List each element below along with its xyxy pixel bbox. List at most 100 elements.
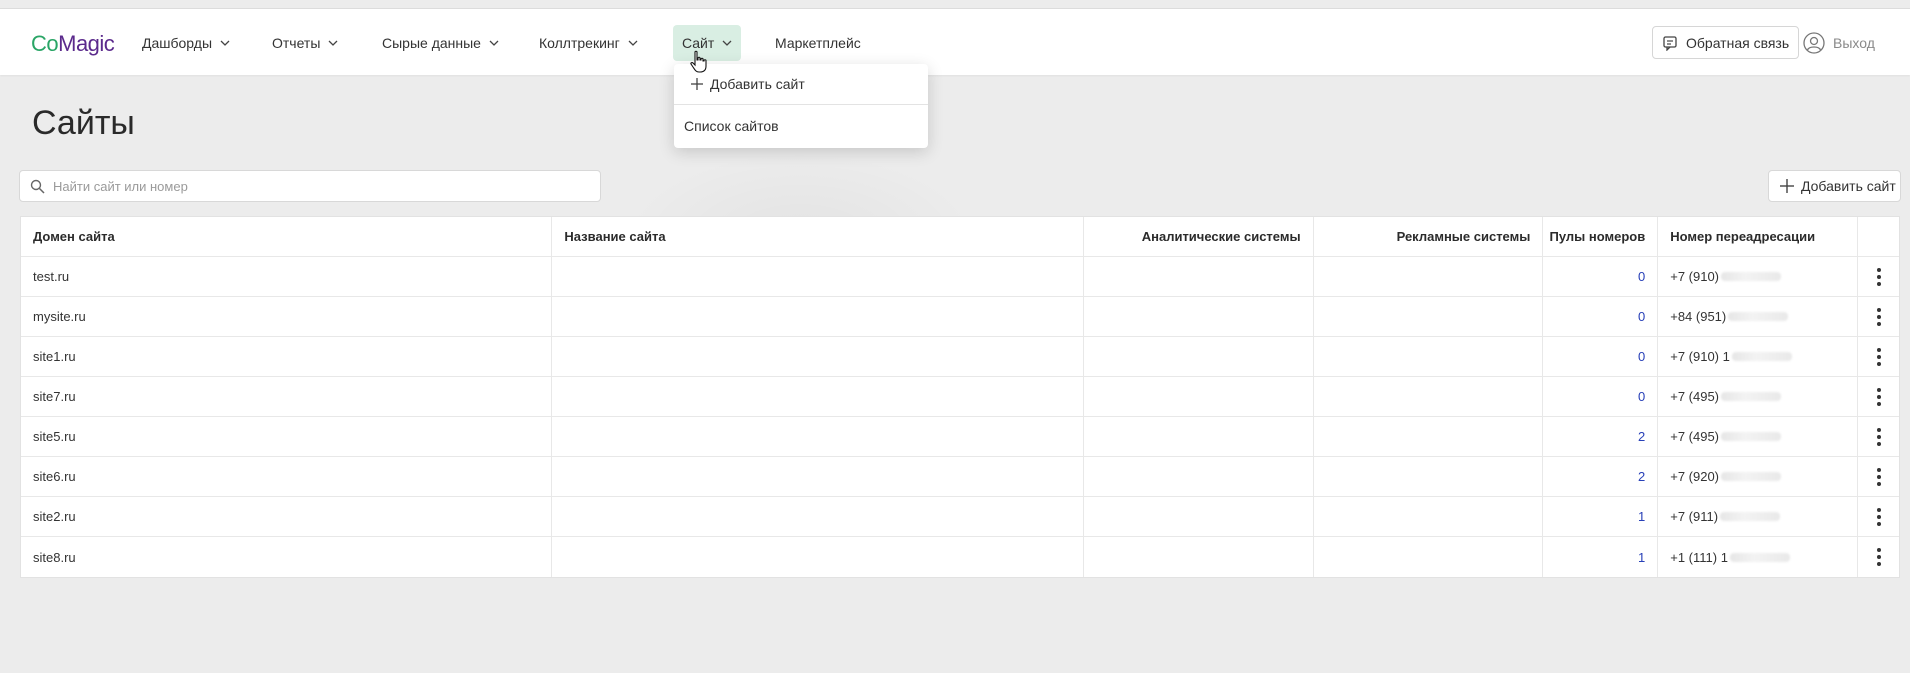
nav-dashboards[interactable]: Дашборды [133,25,239,61]
table-row[interactable]: mysite.ru 0 +84 (951) [21,297,1899,337]
cell-ads [1314,537,1544,577]
cell-analytics [1084,257,1314,296]
pools-count-link[interactable]: 1 [1638,509,1645,524]
cell-analytics [1084,417,1314,456]
more-actions-icon[interactable] [1871,462,1887,492]
feedback-button[interactable]: Обратная связь [1652,26,1800,59]
pools-count-link[interactable]: 2 [1638,429,1645,444]
table-row[interactable]: site5.ru 2 +7 (495) [21,417,1899,457]
cell-domain[interactable]: site1.ru [21,337,553,376]
pools-count-link[interactable]: 0 [1638,349,1645,364]
table-row[interactable]: site8.ru 1 +1 (111) 1 [21,537,1899,577]
search-icon [30,179,45,194]
col-header-analytics[interactable]: Аналитические системы [1084,217,1314,256]
cell-domain[interactable]: test.ru [21,257,553,296]
add-site-button[interactable]: Добавить сайт [1768,170,1901,202]
table-row[interactable]: site1.ru 0 +7 (910) 1 [21,337,1899,377]
cell-pools: 0 [1543,337,1659,376]
more-actions-icon[interactable] [1871,262,1887,292]
page-title: Сайты [32,104,135,142]
forward-number: +7 (495) [1670,389,1720,404]
col-header-name[interactable]: Название сайта [552,217,1084,256]
cell-forward: +7 (495) [1658,377,1859,416]
pools-count-link[interactable]: 0 [1638,309,1645,324]
cell-domain[interactable]: site2.ru [21,497,553,536]
table-row[interactable]: test.ru 0 +7 (910) [21,257,1899,297]
pools-count-link[interactable]: 0 [1638,269,1645,284]
forward-number: +1 (111) 1 [1670,549,1728,565]
table-header-row: Домен сайта Название сайта Аналитические… [21,217,1899,257]
table-row[interactable]: site7.ru 0 +7 (495) [21,377,1899,417]
pools-count-link[interactable]: 2 [1638,469,1645,484]
chevron-down-icon [328,40,338,46]
more-actions-icon[interactable] [1871,502,1887,532]
cell-pools: 1 [1543,497,1659,536]
logout-button[interactable]: Выход [1803,26,1875,59]
cell-domain[interactable]: site5.ru [21,417,553,456]
menu-add-site[interactable]: Добавить сайт [674,66,928,102]
cell-forward: +7 (495) [1658,417,1859,456]
cell-pools: 2 [1543,457,1659,496]
col-header-forward[interactable]: Номер переадресации [1658,217,1859,256]
plus-icon [691,78,703,90]
nav-raw-data[interactable]: Сырые данные [373,25,508,61]
cell-domain[interactable]: site8.ru [21,537,553,577]
top-strip [0,0,1910,9]
nav-marketplace[interactable]: Маркетплейс [766,25,870,61]
forward-number: +7 (920) [1670,469,1720,484]
more-actions-icon[interactable] [1871,342,1887,372]
col-header-actions [1858,217,1899,256]
redacted-digits [1728,312,1789,321]
forward-number: +7 (911) [1670,509,1719,524]
cell-pools: 2 [1543,417,1659,456]
cell-ads [1314,457,1544,496]
cell-forward: +7 (910) [1658,257,1859,296]
nav-reports[interactable]: Отчеты [263,25,347,61]
cell-pools: 0 [1543,377,1659,416]
cell-actions [1858,417,1899,456]
feedback-label: Обратная связь [1686,34,1790,51]
col-header-domain[interactable]: Домен сайта [21,217,553,256]
hand-cursor-icon [690,50,707,73]
redacted-digits [1721,392,1782,401]
nav-site-label: Сайт [682,35,715,51]
cell-forward: +7 (920) [1658,457,1859,496]
forward-number: +84 (951) [1670,309,1727,324]
table-row[interactable]: site2.ru 1 +7 (911) [21,497,1899,537]
comagic-logo[interactable]: CoMagic [31,31,115,57]
col-header-pools[interactable]: Пулы номеров [1543,217,1659,256]
redacted-digits [1720,512,1781,521]
cell-analytics [1084,337,1314,376]
cell-name [552,257,1084,296]
chevron-down-icon [722,40,732,46]
table-row[interactable]: site6.ru 2 +7 (920) [21,457,1899,497]
cell-actions [1858,337,1899,376]
more-actions-icon[interactable] [1871,542,1887,572]
cell-actions [1858,457,1899,496]
cell-ads [1314,257,1544,296]
col-header-ads[interactable]: Рекламные системы [1314,217,1544,256]
cell-domain[interactable]: mysite.ru [21,297,553,336]
forward-number: +7 (495) [1670,429,1720,444]
menu-site-list[interactable]: Список сайтов [674,108,928,144]
add-site-button-label: Добавить сайт [1801,178,1896,194]
search-input[interactable] [53,178,600,194]
more-actions-icon[interactable] [1871,422,1887,452]
nav-calltracking[interactable]: Коллтрекинг [530,25,647,61]
logo-part-magic: Magic [58,31,115,56]
chevron-down-icon [220,40,230,46]
cell-domain[interactable]: site7.ru [21,377,553,416]
more-actions-icon[interactable] [1871,382,1887,412]
logo-part-co: Co [31,31,59,56]
cell-name [552,497,1084,536]
menu-divider [674,104,928,105]
cell-analytics [1084,457,1314,496]
menu-add-site-label: Добавить сайт [710,76,805,92]
pools-count-link[interactable]: 1 [1638,550,1645,565]
cell-analytics [1084,537,1314,577]
cell-actions [1858,497,1899,536]
cell-domain[interactable]: site6.ru [21,457,553,496]
pools-count-link[interactable]: 0 [1638,389,1645,404]
more-actions-icon[interactable] [1871,302,1887,332]
search-field[interactable] [19,170,601,202]
